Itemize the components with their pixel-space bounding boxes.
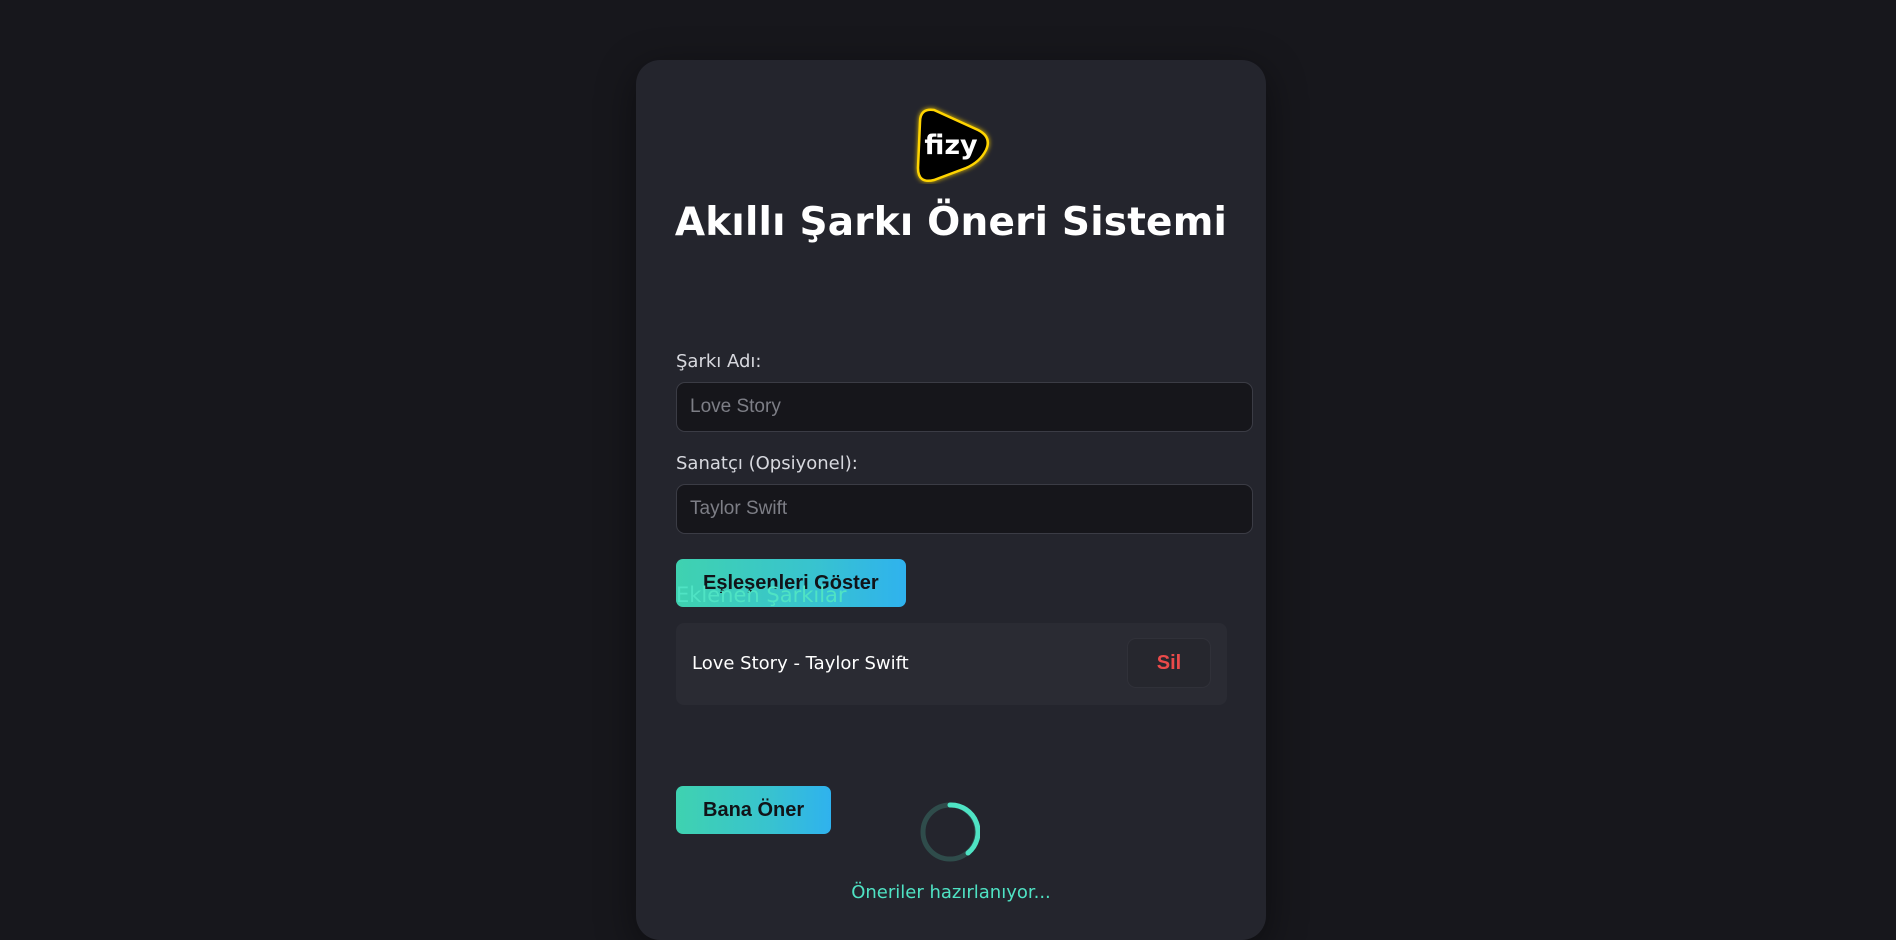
artist-label: Sanatçı (Opsiyonel): (676, 453, 858, 474)
page-title: Akıllı Şarkı Öneri Sistemi (674, 200, 1228, 245)
main-card: fizy Akıllı Şarkı Öneri Sistemi Şarkı Ad… (636, 60, 1266, 940)
list-item: Love Story - Taylor Swift Sil (676, 623, 1227, 705)
loading-text: Öneriler hazırlanıyor... (851, 882, 1051, 903)
added-songs-heading: Eklenen Şarkılar (676, 583, 847, 607)
logo-text: fizy (924, 130, 978, 161)
artist-input[interactable] (676, 484, 1253, 534)
recommend-button[interactable]: Bana Öner (676, 786, 832, 834)
fizy-logo-icon: fizy (910, 104, 996, 184)
song-name-label: Şarkı Adı: (676, 351, 762, 372)
delete-song-button[interactable]: Sil (1127, 638, 1211, 688)
song-item-text: Love Story - Taylor Swift (692, 653, 909, 674)
loading-spinner-icon (920, 802, 981, 862)
song-name-input[interactable] (676, 382, 1253, 432)
